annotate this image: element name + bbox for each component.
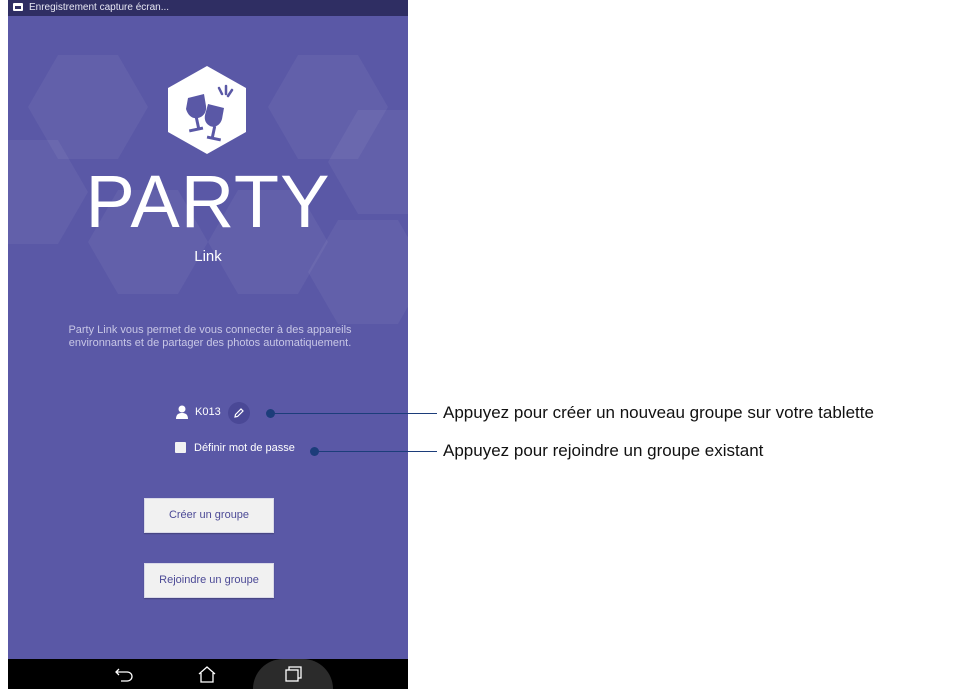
app-description: Party Link vous permet de vous connecter… [68,324,352,349]
navigation-bar [8,659,408,689]
password-checkbox[interactable] [175,442,186,453]
home-icon[interactable] [196,665,218,683]
app-title: PARTY [85,160,331,243]
edit-name-button[interactable] [228,402,250,424]
device-name: K013 [195,406,221,418]
join-group-button[interactable]: Rejoindre un groupe [144,563,274,598]
tablet-screenshot: Enregistrement capture écran... PARTY Li… [8,0,408,689]
password-label: Définir mot de passe [194,442,295,454]
recent-apps-icon[interactable] [282,665,304,683]
callout-line [271,413,437,414]
pencil-icon [234,408,244,418]
party-link-screen: Enregistrement capture écran... PARTY Li… [8,0,408,659]
status-notification-text: Enregistrement capture écran... [29,2,170,13]
status-bar: Enregistrement capture écran... [8,0,408,16]
callout-line [315,451,437,452]
party-link-logo-icon [164,64,250,156]
callout-join-group: Appuyez pour rejoindre un groupe existan… [443,441,764,460]
app-subtitle: Link [194,248,222,265]
callout-create-group: Appuyez pour créer un nouveau groupe sur… [443,403,874,422]
back-icon[interactable] [113,665,135,683]
screenshot-notification-icon [13,3,23,11]
person-icon [176,405,188,419]
create-group-button[interactable]: Créer un groupe [144,498,274,533]
